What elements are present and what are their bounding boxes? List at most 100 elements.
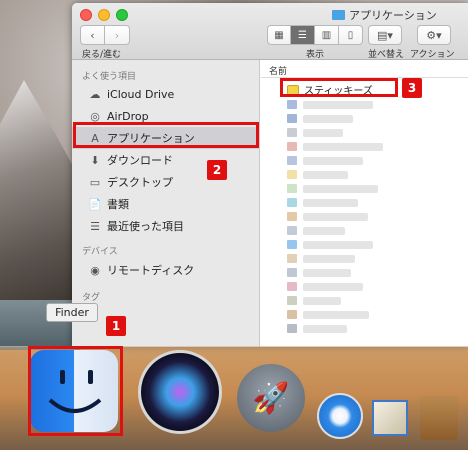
- list-item[interactable]: [261, 126, 468, 139]
- list-item[interactable]: [261, 266, 468, 279]
- app-icon: [287, 324, 297, 333]
- list-item[interactable]: [261, 322, 468, 335]
- app-icon: [287, 226, 297, 235]
- grid-icon: ▦: [274, 29, 284, 41]
- callout-badge-1: 1: [106, 316, 126, 336]
- action-label: アクション: [410, 50, 455, 60]
- notes-icon[interactable]: [420, 396, 458, 440]
- gallery-view-button[interactable]: ▯: [339, 25, 363, 45]
- forward-button[interactable]: ›: [105, 25, 130, 45]
- app-icon: [287, 128, 297, 137]
- title-bar: アプリケーション ‹ › 戻る/進む ▦ ☰ ▥ ▯ 表示 ▤▾ 並べ替え ⚙▾…: [72, 3, 468, 60]
- chevron-left-icon: ‹: [90, 28, 95, 42]
- blurred-label: [303, 212, 368, 221]
- blurred-label: [303, 170, 348, 179]
- cloud-icon: ☁: [89, 87, 101, 101]
- sidebar-item-label: 書類: [107, 198, 129, 211]
- sidebar-item-label: デスクトップ: [107, 176, 173, 189]
- blurred-label: [303, 324, 347, 333]
- app-icon: [287, 184, 297, 193]
- app-icon: [287, 310, 297, 319]
- sidebar-item-remote-disc[interactable]: ◉ リモートディスク: [72, 259, 260, 281]
- mail-icon[interactable]: [372, 400, 408, 436]
- safari-icon[interactable]: [317, 393, 363, 439]
- app-icon: [287, 212, 297, 221]
- list-item[interactable]: [261, 294, 468, 307]
- list-item[interactable]: [261, 224, 468, 237]
- list-item[interactable]: [261, 154, 468, 167]
- arrange-button[interactable]: ▤▾: [368, 25, 402, 45]
- list-item[interactable]: [261, 182, 468, 195]
- arrange-icon: ▤▾: [377, 28, 393, 42]
- list-item[interactable]: [261, 168, 468, 181]
- app-icon: [287, 296, 297, 305]
- sidebar-item-desktop[interactable]: ▭ デスクトップ: [72, 171, 260, 193]
- sidebar-item-downloads[interactable]: ⬇ ダウンロード: [72, 149, 260, 171]
- blurred-label: [303, 296, 341, 305]
- list-item[interactable]: [261, 238, 468, 251]
- back-forward-label: 戻る/進む: [82, 50, 122, 60]
- list-item[interactable]: [261, 308, 468, 321]
- app-icon: [287, 282, 297, 291]
- list-item[interactable]: [261, 210, 468, 223]
- column-view-button[interactable]: ▥: [315, 25, 339, 45]
- minimize-button[interactable]: [98, 9, 110, 21]
- download-icon: ⬇: [90, 153, 100, 167]
- blurred-label: [303, 240, 373, 249]
- list-item[interactable]: [261, 140, 468, 153]
- sidebar: よく使う項目 ☁ iCloud Drive ◎ AirDrop A アプリケーシ…: [72, 60, 260, 347]
- list-item[interactable]: [261, 112, 468, 125]
- folder-icon: [332, 10, 345, 20]
- siri-icon[interactable]: [138, 350, 222, 434]
- sidebar-item-icloud-drive[interactable]: ☁ iCloud Drive: [72, 83, 260, 105]
- view-label: 表示: [306, 50, 325, 60]
- callout-box-finder: [28, 346, 123, 436]
- sidebar-item-label: リモートディスク: [107, 264, 195, 277]
- list-view-button[interactable]: ☰: [291, 25, 315, 45]
- rocket-icon: 🚀: [252, 380, 290, 416]
- sidebar-item-label: AirDrop: [107, 109, 149, 123]
- finder-window: アプリケーション ‹ › 戻る/進む ▦ ☰ ▥ ▯ 表示 ▤▾ 並べ替え ⚙▾…: [72, 3, 468, 347]
- list-item[interactable]: [261, 252, 468, 265]
- maximize-button[interactable]: [116, 9, 128, 21]
- icon-view-button[interactable]: ▦: [267, 25, 291, 45]
- window-title-text: アプリケーション: [349, 9, 437, 22]
- back-button[interactable]: ‹: [80, 25, 105, 45]
- app-icon: [287, 170, 297, 179]
- sidebar-item-recents[interactable]: ☰ 最近使った項目: [72, 215, 260, 237]
- app-icon: [287, 254, 297, 263]
- blurred-label: [303, 100, 373, 109]
- blurred-label: [303, 114, 353, 123]
- blurred-label: [303, 226, 345, 235]
- app-icon: [287, 114, 297, 123]
- close-button[interactable]: [80, 9, 92, 21]
- app-icon: [287, 156, 297, 165]
- list-item[interactable]: [261, 280, 468, 293]
- devices-header: デバイス: [82, 247, 118, 257]
- blurred-label: [303, 282, 363, 291]
- callout-badge-2: 2: [207, 160, 227, 180]
- launchpad-icon[interactable]: 🚀: [237, 364, 305, 432]
- list-item[interactable]: [261, 98, 468, 111]
- view-mode-group: ▦ ☰ ▥ ▯: [267, 25, 363, 45]
- desktop-icon: ▭: [89, 175, 101, 189]
- columns-icon: ▥: [321, 29, 332, 41]
- blurred-label: [303, 142, 383, 151]
- callout-box-stickies: [280, 78, 398, 97]
- list-icon: ☰: [298, 29, 307, 41]
- action-button[interactable]: ⚙▾: [417, 25, 451, 45]
- mountain-image: [0, 80, 80, 300]
- blurred-label: [303, 254, 355, 263]
- list-item[interactable]: [261, 196, 468, 209]
- back-forward-group: ‹ ›: [80, 25, 130, 45]
- column-header-name[interactable]: 名前: [261, 60, 468, 78]
- gear-icon: ⚙▾: [426, 28, 442, 42]
- callout-badge-3: 3: [402, 78, 422, 98]
- tags-header: タグ: [82, 293, 101, 303]
- disc-icon: ◉: [90, 263, 100, 277]
- app-icon: [287, 198, 297, 207]
- document-icon: 📄: [88, 197, 102, 211]
- arrange-label: 並べ替え: [368, 50, 405, 60]
- sidebar-item-documents[interactable]: 📄 書類: [72, 193, 260, 215]
- recents-icon: ☰: [90, 219, 100, 233]
